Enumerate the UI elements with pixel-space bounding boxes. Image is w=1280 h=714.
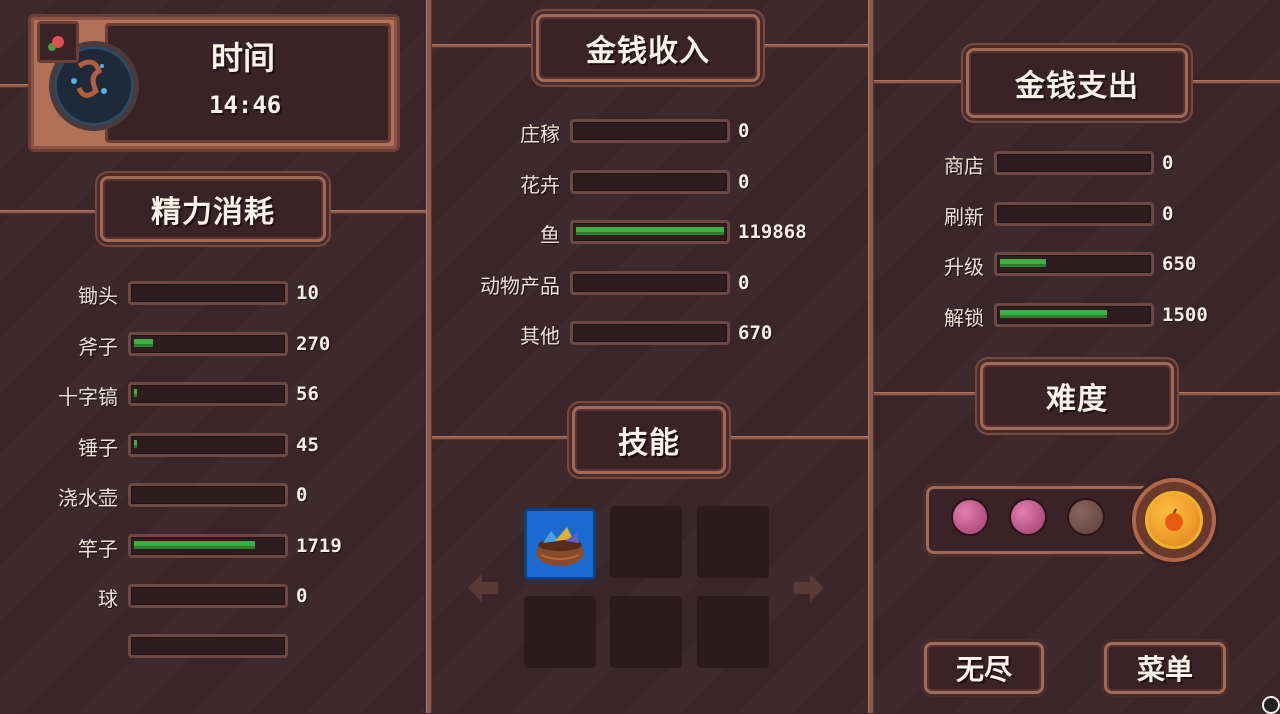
next-arrow-icon[interactable] [792,572,826,604]
stat-bar [128,281,288,305]
stat-bar [570,119,730,143]
difficulty-orb[interactable] [1069,500,1103,534]
stat-label: 斧子 [78,334,118,359]
stat-value: 0 [296,484,308,506]
stat-label: 升级 [944,255,984,279]
income-title: 金钱收入 [536,14,760,82]
stat-bar-fill [134,338,153,347]
stat-value: 0 [738,271,750,294]
skills-title: 技能 [572,406,726,474]
stat-label: 花卉 [520,172,560,197]
difficulty-selector[interactable] [926,486,1162,554]
stat-label: 其他 [520,324,560,348]
stat-label: 锄头 [78,284,118,308]
stat-bar-fill [134,439,137,448]
stat-label: 庄稼 [520,122,560,146]
stat-bar-fill [1000,309,1107,318]
stat-value: 650 [1162,253,1197,275]
stat-bar [994,201,1154,226]
stat-bar [128,533,288,558]
time-title: 时间 [211,39,276,77]
stat-value: 270 [296,332,331,355]
prev-arrow-icon[interactable] [466,572,500,604]
stat-bar [128,382,288,406]
stat-bar [128,584,288,608]
skill-slot[interactable] [524,508,596,580]
stat-bar [570,270,730,295]
skill-slot[interactable] [610,596,682,668]
divider [426,0,432,713]
stat-label: 商店 [944,154,984,178]
skill-slot[interactable] [697,506,769,578]
stat-label: 竿子 [78,536,118,561]
stat-label: 十字镐 [58,385,118,409]
stat-label: 球 [98,587,118,611]
divider [0,84,30,88]
divider [868,0,874,713]
difficulty-orb[interactable] [953,500,987,534]
stat-value: 45 [296,433,319,456]
energy-title: 精力消耗 [100,176,326,242]
stat-value: 1500 [1162,303,1208,326]
stat-value: 1719 [296,534,342,557]
stat-bar [128,432,288,457]
stat-label: 浇水壶 [58,486,118,510]
stat-label: 锤子 [78,435,118,460]
stat-bar-fill [576,227,724,235]
empty-bar [128,634,288,658]
menu-button[interactable]: 菜单 [1104,642,1226,694]
flower-icon [37,21,79,63]
stat-bar-fill [134,389,137,397]
stat-bar-fill [1000,259,1046,267]
difficulty-orb[interactable] [1011,500,1045,534]
stat-value: 56 [296,383,319,405]
stat-value: 0 [296,585,308,607]
time-panel: 时间 14:46 [28,14,400,152]
coin-icon[interactable] [1132,478,1216,562]
stat-value: 10 [296,282,319,304]
stat-bar [128,483,288,507]
stat-bar [570,169,730,194]
stat-label: 解锁 [944,305,984,330]
fish-basket-icon [533,521,587,569]
endless-button[interactable]: 无尽 [924,642,1044,694]
stat-bar [994,302,1154,327]
stat-value: 0 [738,120,750,142]
expense-title: 金钱支出 [966,48,1188,118]
stat-value: 0 [738,170,750,193]
corner-icon [1262,696,1280,714]
skill-slot[interactable] [697,596,769,668]
difficulty-title: 难度 [980,362,1174,430]
stat-value: 0 [1162,152,1174,174]
stat-label: 刷新 [944,204,984,229]
stat-bar [128,331,288,356]
stat-bar [994,252,1154,276]
stat-bar [994,151,1154,175]
stat-bar [570,220,730,244]
stat-value: 0 [1162,202,1174,225]
stat-label: 鱼 [540,223,560,247]
skill-slot[interactable] [610,506,682,578]
stat-label: 动物产品 [480,273,560,298]
stat-bar-fill [134,540,255,549]
stat-value: 670 [738,322,773,344]
time-value: 14:46 [209,91,282,119]
stat-bar [570,321,730,345]
skill-slot[interactable] [524,596,596,668]
